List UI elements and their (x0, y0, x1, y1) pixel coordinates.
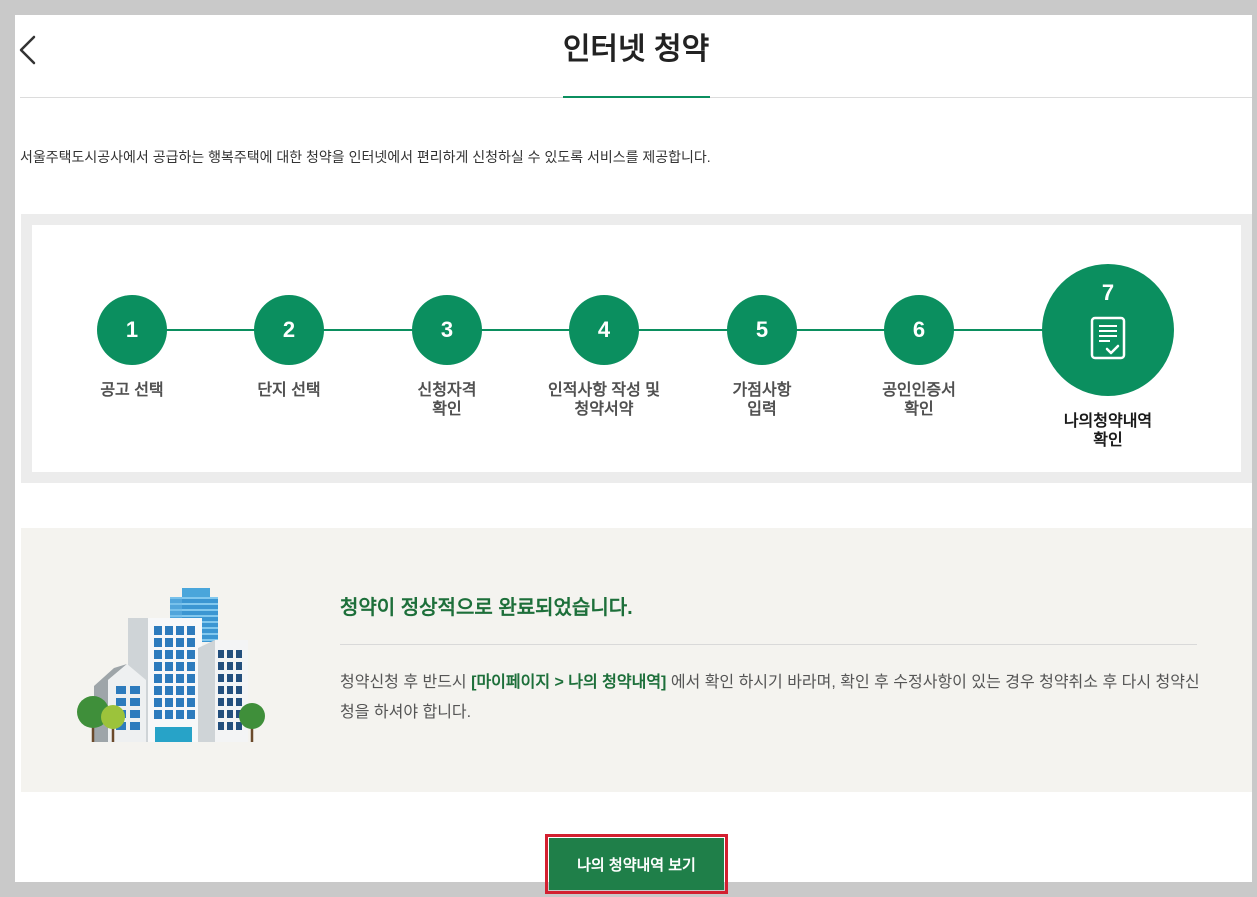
step-3-label: 신청자격 확인 (367, 381, 527, 419)
chevron-left-icon (19, 35, 36, 65)
mypage-reference: [마이페이지 > 나의 청약내역] (471, 674, 667, 691)
intro-text: 서울주택도시공사에서 공급하는 행복주택에 대한 청약을 인터넷에서 편리하게 … (20, 149, 711, 165)
step-number: 5 (755, 317, 769, 342)
step-number: 6 (912, 317, 926, 342)
result-divider (340, 644, 1197, 645)
step-number: 3 (440, 317, 454, 342)
step-4-label: 인적사항 작성 및 청약서약 (524, 381, 684, 419)
back-button[interactable] (16, 33, 42, 67)
step-5-circle: 5 (727, 295, 797, 365)
step-1-label: 공고 선택 (52, 381, 212, 400)
step-7-label: 나의청약내역 확인 (1028, 412, 1188, 450)
step-6-circle: 6 (884, 295, 954, 365)
document-check-icon (1090, 316, 1126, 360)
building-right (198, 640, 248, 742)
step-label-line: 인적사항 작성 및 (548, 382, 660, 399)
buildings-illustration (77, 588, 265, 742)
step-label-line: 단지 선택 (257, 382, 321, 399)
step-label-line: 확인 (904, 401, 934, 418)
step-label-line: 확인 (432, 401, 462, 418)
step-label-line: 가점사항 (732, 382, 792, 399)
step-2-circle: 2 (254, 295, 324, 365)
step-label-line: 공고 선택 (100, 382, 164, 399)
title-underline (563, 96, 710, 98)
step-number: 4 (597, 317, 611, 342)
result-title: 청약이 정상적으로 완료되었습니다. (340, 597, 633, 619)
step-4-circle: 4 (569, 295, 639, 365)
message-text: 청약신청 후 반드시 (340, 674, 472, 691)
step-3-circle: 3 (412, 295, 482, 365)
result-message: 청약신청 후 반드시 [마이페이지 > 나의 청약내역] 에서 확인 하시기 바… (340, 668, 1202, 728)
step-number: 2 (282, 317, 296, 342)
step-7-circle-current: 7 (1042, 264, 1174, 396)
step-label-line: 청약서약 (574, 401, 634, 418)
step-2-label: 단지 선택 (209, 381, 369, 400)
step-number: 7 (1101, 280, 1115, 305)
step-6-label: 공인인증서 확인 (839, 381, 999, 419)
step-label-line: 신청자격 (417, 382, 477, 399)
step-1-circle: 1 (97, 295, 167, 365)
step-label-line: 확인 (1093, 432, 1123, 449)
view-my-applications-button[interactable]: 나의 청약내역 보기 (549, 838, 724, 890)
step-label-line: 공인인증서 (882, 382, 956, 399)
step-5-label: 가점사항 입력 (682, 381, 842, 419)
step-label-line: 나의청약내역 (1063, 413, 1153, 430)
step-label-line: 입력 (747, 401, 777, 418)
page-title: 인터넷 청약 (562, 33, 710, 66)
step-number: 1 (125, 317, 139, 342)
